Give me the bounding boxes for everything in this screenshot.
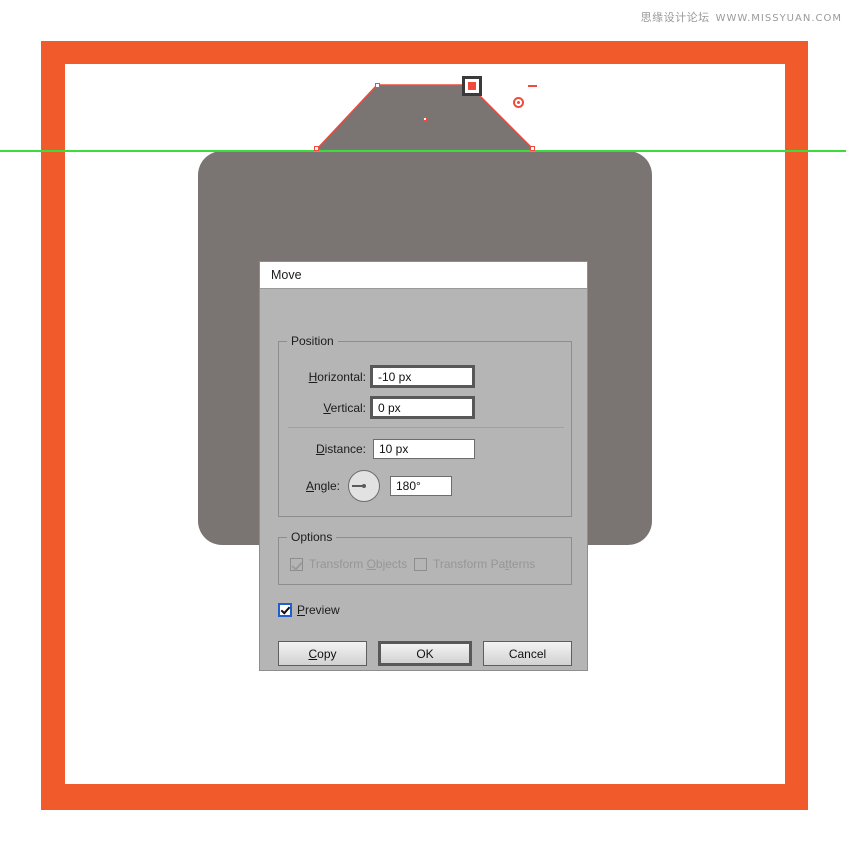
transform-objects-label: Transform Objects bbox=[309, 557, 408, 571]
position-separator bbox=[288, 427, 564, 428]
preview-label: Preview bbox=[297, 603, 340, 617]
options-fieldset-legend: Options bbox=[287, 530, 337, 544]
cancel-button[interactable]: Cancel bbox=[483, 641, 572, 666]
transform-patterns-checkbox bbox=[414, 557, 427, 571]
vertical-input[interactable]: 0 px bbox=[370, 396, 475, 419]
position-fieldset-legend: Position bbox=[287, 334, 338, 348]
dialog-titlebar[interactable]: Move bbox=[260, 262, 587, 289]
preview-checkbox[interactable] bbox=[278, 603, 292, 617]
selected-anchor-square-icon bbox=[468, 82, 476, 90]
watermark-text: 思缘设计论坛 bbox=[640, 11, 710, 24]
transform-objects-row: Transform Objects bbox=[290, 557, 407, 571]
preview-row[interactable]: Preview bbox=[278, 603, 340, 617]
dialog-title: Move bbox=[271, 268, 302, 282]
selected-anchor-cursor[interactable] bbox=[462, 76, 482, 96]
angle-field-row: Angle: 180° bbox=[282, 470, 452, 502]
anchor-point-bottom-left[interactable] bbox=[314, 146, 319, 151]
watermark: 思缘设计论坛 WWW.MISSYUAN.COM bbox=[641, 9, 842, 25]
anchor-point-bottom-right[interactable] bbox=[530, 146, 535, 151]
transform-patterns-label: Transform Patterns bbox=[433, 557, 536, 571]
angle-dial-control[interactable] bbox=[348, 470, 380, 502]
transform-objects-checkbox bbox=[290, 557, 303, 571]
horizontal-field-row: Horizontal: -10 px bbox=[282, 365, 475, 388]
anchor-point-top-left[interactable] bbox=[375, 83, 380, 88]
smart-guide-dash-icon bbox=[528, 85, 537, 87]
vertical-label: Vertical: bbox=[323, 400, 366, 415]
move-dialog[interactable]: Move Position Horizontal: -10 px Vertica… bbox=[260, 262, 587, 670]
copy-button[interactable]: Copy bbox=[278, 641, 367, 666]
vertical-field-row: Vertical: 0 px bbox=[282, 396, 475, 419]
distance-field-row: Distance: 10 px bbox=[282, 439, 475, 459]
watermark-url: WWW.MISSYUAN.COM bbox=[715, 13, 842, 24]
horizontal-label: Horizontal: bbox=[308, 369, 366, 384]
dialog-button-row: Copy OK Cancel bbox=[278, 641, 572, 666]
horizontal-input[interactable]: -10 px bbox=[370, 365, 475, 388]
ok-button[interactable]: OK bbox=[378, 641, 472, 666]
shape-center-point bbox=[423, 117, 427, 121]
distance-input[interactable]: 10 px bbox=[373, 439, 475, 459]
distance-label: Distance: bbox=[315, 442, 366, 456]
angle-input[interactable]: 180° bbox=[390, 476, 452, 496]
angle-label: Angle: bbox=[305, 479, 340, 493]
smart-guide-target-icon bbox=[513, 97, 524, 108]
transform-patterns-row: Transform Patterns bbox=[414, 557, 535, 571]
horizontal-smart-guide-line bbox=[0, 150, 846, 152]
angle-dial-hub-icon bbox=[362, 484, 366, 488]
